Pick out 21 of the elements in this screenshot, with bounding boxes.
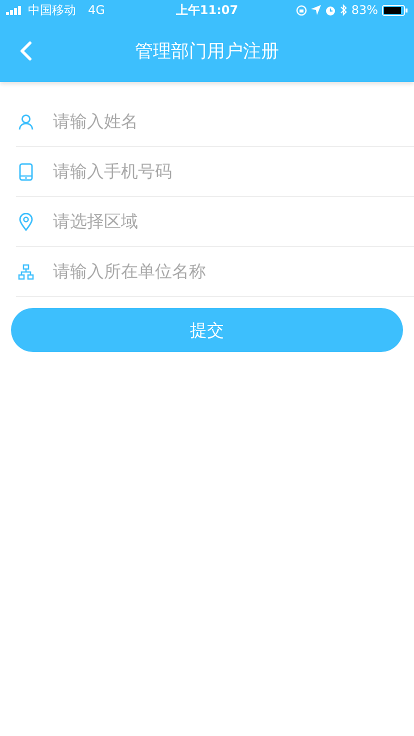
page-title: 管理部门用户注册 (135, 40, 279, 63)
input-field[interactable]: 请选择区域 (53, 206, 414, 238)
org-chart-icon (17, 264, 35, 280)
chevron-left-icon (20, 41, 32, 61)
submit-button[interactable]: 提交 (11, 308, 403, 352)
location-pin-icon (17, 212, 35, 230)
battery-icon (382, 4, 408, 16)
carrier-name: 中国移动 (28, 2, 76, 18)
rotation-lock-icon (296, 4, 308, 16)
bluetooth-icon (340, 4, 348, 16)
input-field[interactable]: 请输入手机号码 (53, 156, 414, 188)
network-type: 4G (88, 3, 105, 17)
signal-icon (6, 6, 24, 14)
location-arrow-icon (311, 5, 322, 15)
input-field[interactable]: 请输入所在单位名称 (53, 256, 414, 288)
alarm-icon (325, 4, 336, 16)
person-icon (17, 114, 35, 130)
phone-icon (17, 162, 35, 180)
status-time: 上午11:07 (176, 2, 238, 18)
input-field[interactable]: 请输入姓名 (53, 106, 414, 138)
battery-percent: 83% (351, 3, 378, 17)
